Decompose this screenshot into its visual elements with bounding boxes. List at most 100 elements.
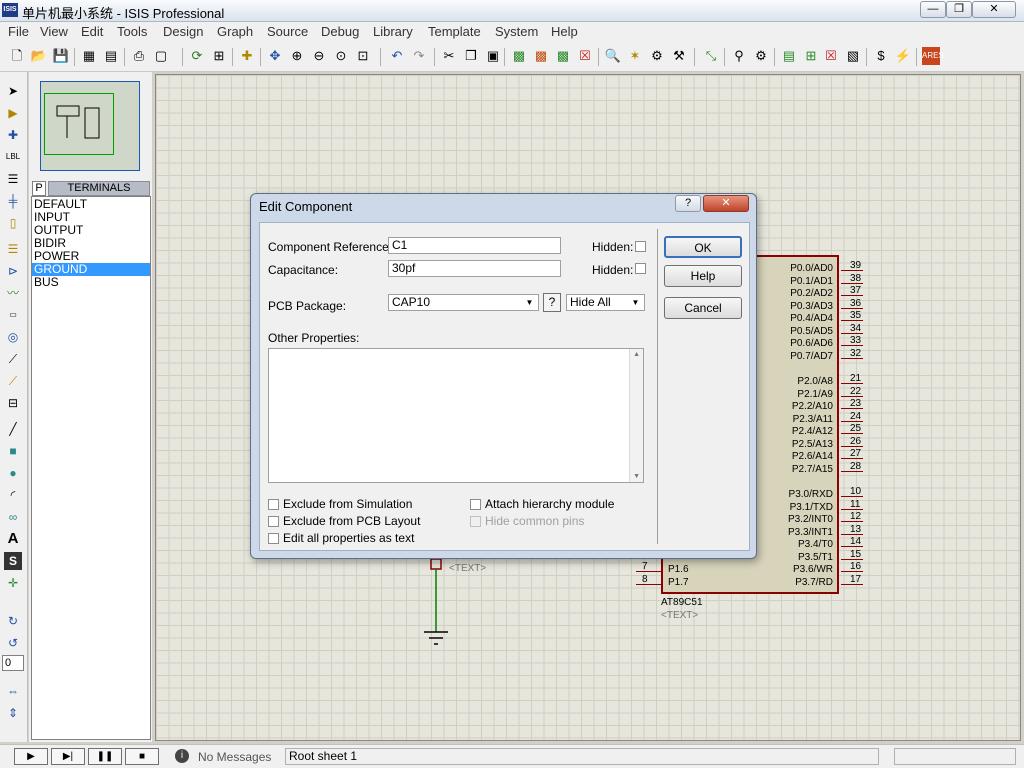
menu-source[interactable]: Source (267, 24, 308, 39)
box-icon[interactable]: ■ (4, 442, 22, 460)
terminal-item[interactable]: BUS (32, 276, 150, 289)
menu-design[interactable]: Design (163, 24, 203, 39)
chip-pin-line[interactable] (841, 558, 863, 560)
copy-icon[interactable]: ❐ (462, 47, 480, 65)
exclude-pcb-checkbox[interactable] (268, 516, 279, 527)
flip-vertical-icon[interactable]: ⇕ (4, 704, 22, 722)
pin-mode-icon[interactable]: ⊳ (4, 262, 22, 280)
terminals-list[interactable]: DEFAULT INPUT OUTPUT BIDIR POWER GROUND … (31, 196, 151, 740)
decompose-icon[interactable]: ⚒ (670, 47, 688, 65)
cut-icon[interactable]: ✂ (440, 47, 458, 65)
menu-edit[interactable]: Edit (81, 24, 103, 39)
pcb-package-select[interactable]: CAP10 (388, 294, 539, 311)
print-icon[interactable]: ⎙ (130, 47, 148, 65)
search-tag-icon[interactable]: ⚲ (730, 47, 748, 65)
block-move-icon[interactable]: ▩ (532, 47, 550, 65)
chip-pin-line[interactable] (841, 521, 863, 522)
chip-pin-line[interactable] (636, 583, 661, 585)
selection-mode-icon[interactable]: ➤ (4, 82, 22, 100)
chip-pin-line[interactable] (841, 571, 863, 572)
block-rotate-icon[interactable]: ▩ (554, 47, 572, 65)
rotate-anticlockwise-icon[interactable]: ↺ (4, 634, 22, 652)
zoom-area-icon[interactable]: ⊡ (354, 47, 372, 65)
chip-pin-line[interactable] (841, 583, 863, 585)
zoom-out-icon[interactable]: ⊖ (310, 47, 328, 65)
virtual-instrument-icon[interactable]: ⊟ (4, 394, 22, 412)
chip-pin-line[interactable] (841, 332, 863, 334)
overview-window[interactable] (40, 81, 140, 171)
menu-help[interactable]: Help (551, 24, 578, 39)
block-copy-icon[interactable]: ▩ (510, 47, 528, 65)
chip-pin-line[interactable] (841, 395, 863, 397)
redo-icon[interactable]: ↷ (410, 47, 428, 65)
undo-icon[interactable]: ↶ (388, 47, 406, 65)
pick-device-button[interactable]: P (32, 181, 46, 196)
grid-icon[interactable]: ⊞ (210, 47, 228, 65)
hide-common-pins-checkbox[interactable] (470, 516, 481, 527)
menu-tools[interactable]: Tools (117, 24, 147, 39)
menu-view[interactable]: View (40, 24, 68, 39)
rotation-field[interactable]: 0 (2, 655, 24, 671)
chip-pin-line[interactable] (841, 546, 863, 547)
bus-icon[interactable]: ╪ (4, 192, 22, 210)
chip-pin-line[interactable] (841, 282, 863, 284)
zoom-all-icon[interactable]: ⊙ (332, 47, 350, 65)
chip-pin-line[interactable] (841, 433, 863, 434)
textarea-scrollbar[interactable] (629, 349, 643, 482)
maximize-button[interactable]: ❐ (946, 1, 972, 18)
path-icon[interactable]: ∞ (4, 508, 22, 526)
make-device-icon[interactable]: ✶ (626, 47, 644, 65)
menu-graph[interactable]: Graph (217, 24, 253, 39)
bill-of-materials-icon[interactable]: $ (872, 47, 890, 65)
chip-pin-line[interactable] (841, 320, 863, 321)
new-file-icon[interactable]: 🗋 (8, 47, 26, 65)
zoom-in-icon[interactable]: ⊕ (288, 47, 306, 65)
new-sheet-icon[interactable]: ▤ (780, 47, 798, 65)
line-icon[interactable]: ╱ (4, 420, 22, 438)
reference-hidden-checkbox[interactable] (635, 241, 646, 252)
chip-pin-line[interactable] (841, 307, 863, 309)
chip-pin-line[interactable] (636, 571, 661, 572)
add-sheet-icon[interactable]: ⊞ (802, 47, 820, 65)
chip-pin-line[interactable] (841, 496, 863, 497)
minimize-button[interactable]: — (920, 1, 946, 18)
exclude-simulation-checkbox[interactable] (268, 499, 279, 510)
generator-icon[interactable]: ◎ (4, 328, 22, 346)
save-icon[interactable]: 💾 (52, 47, 70, 65)
ok-button[interactable]: OK (664, 236, 742, 258)
chip-pin-line[interactable] (841, 357, 863, 359)
stop-button[interactable]: ■ (125, 748, 159, 765)
chip-pin-line[interactable] (841, 295, 863, 296)
junction-dot-icon[interactable]: ✚ (4, 126, 22, 144)
scroll-down-icon[interactable]: ▼ (633, 473, 640, 480)
close-button[interactable]: ✕ (972, 1, 1016, 18)
edit-all-text-checkbox[interactable] (268, 533, 279, 544)
scroll-up-icon[interactable]: ▲ (633, 351, 640, 358)
menu-library[interactable]: Library (373, 24, 413, 39)
rotate-clockwise-icon[interactable]: ↻ (4, 612, 22, 630)
current-probe-icon[interactable]: ⟋ (4, 372, 22, 390)
other-properties-textarea[interactable]: ▲ ▼ (268, 348, 644, 483)
text-script-icon[interactable]: ☰ (4, 170, 22, 188)
block-delete-icon[interactable]: ☒ (576, 47, 594, 65)
pan-icon[interactable]: ✥ (266, 47, 284, 65)
chip-pin-line[interactable] (841, 270, 863, 271)
pick-device-icon[interactable]: 🔍 (604, 47, 622, 65)
messages-status[interactable]: No Messages (198, 750, 271, 764)
chip-pin-line[interactable] (841, 445, 863, 447)
flip-horizontal-icon[interactable]: ⇔ (4, 682, 22, 700)
exit-to-parent-icon[interactable]: ▧ (844, 47, 862, 65)
electrical-check-icon[interactable]: ⚡ (894, 47, 912, 65)
paste-icon[interactable]: ▣ (484, 47, 502, 65)
symbol-icon[interactable]: S (4, 552, 22, 570)
chip-pin-line[interactable] (841, 408, 863, 409)
text-icon[interactable]: A (4, 530, 22, 548)
dialog-close-button[interactable]: ✕ (703, 195, 749, 212)
chip-pin-line[interactable] (841, 533, 863, 535)
component-reference-field[interactable]: C1 (388, 237, 561, 254)
help-button[interactable]: Help (664, 265, 742, 287)
menu-file[interactable]: File (8, 24, 29, 39)
dialog-help-button[interactable]: ? (675, 195, 701, 212)
export-icon[interactable]: ▤ (102, 47, 120, 65)
capacitance-hidden-checkbox[interactable] (635, 263, 646, 274)
